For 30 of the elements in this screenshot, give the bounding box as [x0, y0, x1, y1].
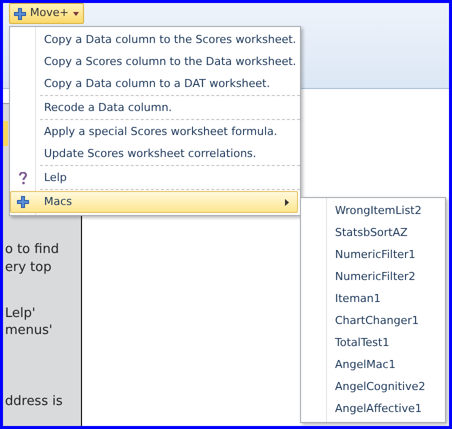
- submenu-item[interactable]: NumericFilter2: [301, 266, 445, 288]
- menu-item[interactable]: Macs: [10, 191, 298, 213]
- submenu-item[interactable]: AngelCognitive2: [301, 376, 445, 398]
- move-menu-button[interactable]: Move+: [9, 3, 84, 24]
- menu-item[interactable]: Recode a Data column.: [10, 97, 300, 119]
- menu-item[interactable]: Copy a Scores column to the Data worksheet.: [10, 51, 300, 73]
- submenu-item[interactable]: ChartChanger1: [301, 310, 445, 332]
- cell-highlight: [3, 121, 8, 146]
- submenu-item[interactable]: Iteman1: [301, 288, 445, 310]
- sheet-text: Lelp': [5, 307, 36, 320]
- question-mark-icon: [19, 172, 27, 184]
- submenu-item[interactable]: WrongItemList2: [301, 200, 445, 222]
- submenu-item[interactable]: StatsbSortAZ: [301, 222, 445, 244]
- submenu-arrow-icon: [285, 198, 289, 206]
- plus-icon: [14, 8, 26, 20]
- menu-item[interactable]: Lelp: [10, 167, 300, 189]
- menu-item[interactable]: Apply a special Scores worksheet formula.: [10, 121, 300, 143]
- submenu-item[interactable]: TotalTest1: [301, 332, 445, 354]
- sheet-text: ery top: [5, 261, 52, 274]
- caret-icon: [72, 12, 79, 16]
- sheet-text: o to find: [5, 243, 59, 256]
- menu-item[interactable]: Update Scores worksheet correlations.: [10, 143, 300, 165]
- sheet-text: ddress is: [5, 395, 63, 408]
- menu-item[interactable]: Copy a Data column to the Scores worksheet.: [10, 29, 300, 51]
- sheet-text: menus': [5, 324, 52, 337]
- plus-icon: [17, 196, 29, 208]
- menu-item[interactable]: Copy a Data column to a DAT worksheet.: [10, 73, 300, 95]
- submenu-item[interactable]: AngelAffective1: [301, 398, 445, 420]
- submenu-item[interactable]: NumericFilter1: [301, 244, 445, 266]
- submenu-item[interactable]: AngelMac1: [301, 354, 445, 376]
